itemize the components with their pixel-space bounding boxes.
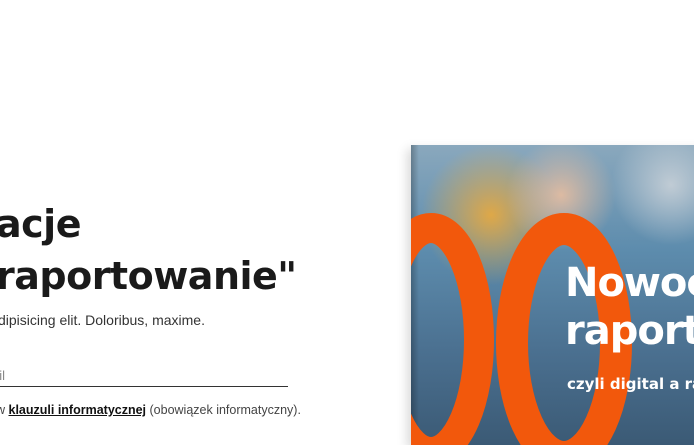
cover-subtitle: czyli digital a ra	[567, 375, 694, 393]
consent-prefix: w	[0, 403, 6, 417]
cover-title-line-1: Nowoc	[565, 260, 694, 306]
headline-line-1: acje	[0, 202, 81, 246]
report-cover-image: Nowoc raport czyli digital a ra	[411, 145, 694, 445]
page-headline: acje raportowanie"	[0, 198, 297, 302]
email-field[interactable]	[0, 364, 288, 387]
privacy-clause-link[interactable]: klauzuli informatycznej	[9, 403, 147, 417]
consent-text: w klauzuli informatycznej (obowiązek inf…	[0, 403, 301, 417]
lead-text: dipisicing elit. Doloribus, maxime.	[0, 312, 205, 328]
headline-line-2: raportowanie"	[0, 254, 297, 298]
cover-title-line-2: raport	[565, 308, 694, 354]
consent-suffix: (obowiązek informatyczny).	[146, 403, 301, 417]
cover-title: Nowoc raport	[565, 259, 694, 355]
